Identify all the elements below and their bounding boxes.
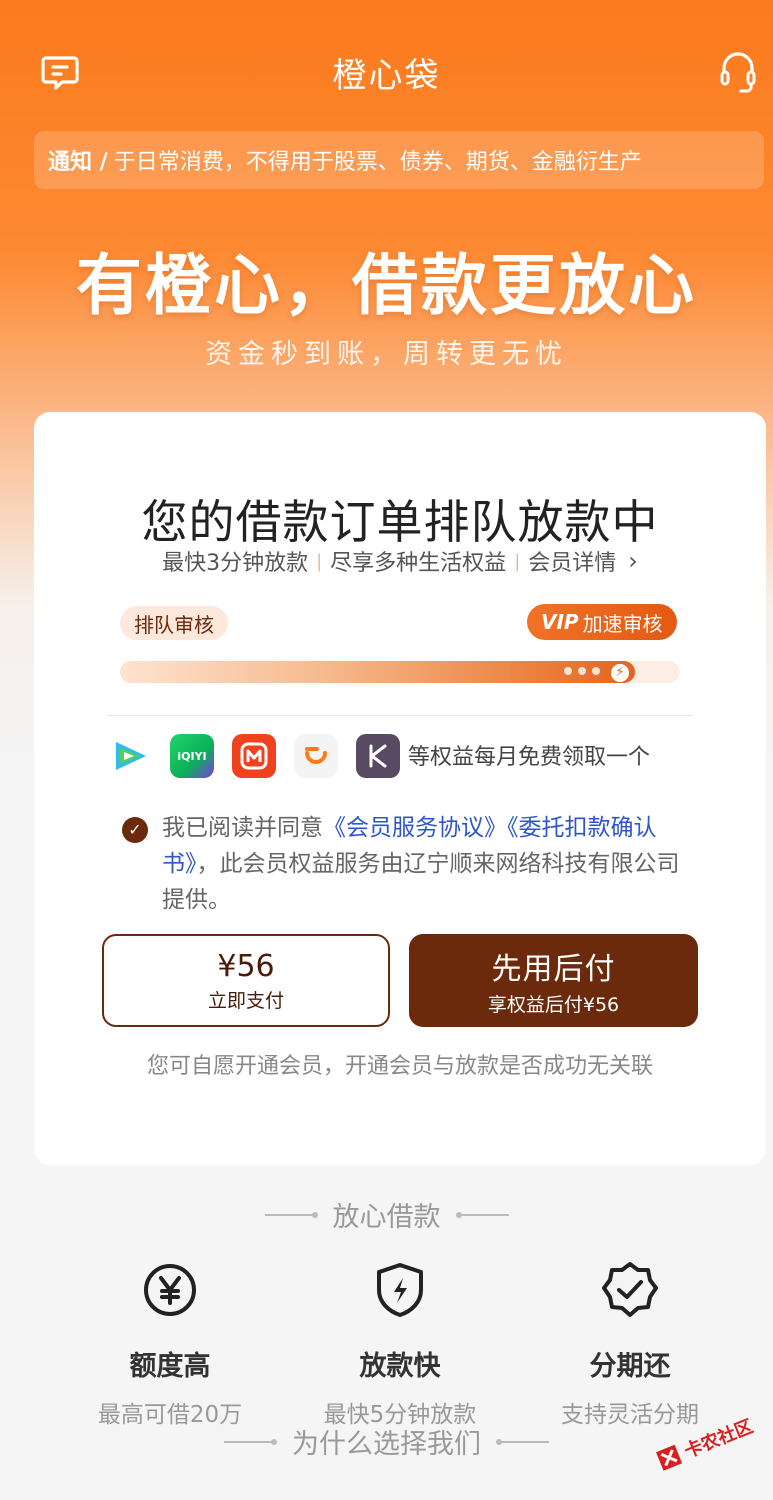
pay-later-sub: 享权益后付¥56 (487, 994, 620, 1016)
decor-line (455, 1211, 509, 1218)
pay-later-label: 先用后付 (491, 952, 616, 987)
chevron-right-icon[interactable]: › (628, 547, 638, 575)
yen-circle-icon (140, 1260, 200, 1320)
order-card: 您的借款订单排队放款中 最快3分钟放款 | 尽享多种生活权益 | 会员详情 › … (34, 412, 766, 1165)
decor-line (224, 1438, 277, 1445)
notice-text: 于日常消费，不得用于股票、债券、期货、金融衍生产 (113, 150, 642, 175)
iqiyi-text: iQIYI (177, 749, 207, 763)
watermark-logo-icon (656, 1444, 683, 1471)
feature-item: 额度高 最高可借20万 (50, 1260, 290, 1429)
agreement-suffix: ，此会员权益服务由辽宁顺来网络科技有限公司提供。 (162, 851, 680, 913)
iqiyi-icon: iQIYI (170, 734, 214, 778)
pay-label: 立即支付 (207, 989, 284, 1012)
progress-dots (564, 667, 600, 675)
bolt-icon: ⚡ (611, 664, 629, 682)
feature-name: 分期还 (589, 1351, 671, 1382)
section-title: 放心借款 (332, 1202, 441, 1233)
subtitle-item: 尽享多种生活权益 (330, 551, 507, 576)
feature-name: 额度高 (129, 1351, 211, 1382)
benefit-icons: iQIYI (108, 734, 400, 778)
tencent-video-icon (108, 734, 152, 778)
feature-item: 分期还 支持灵活分期 (510, 1260, 750, 1429)
feature-item: 放款快 最快5分钟放款 (280, 1260, 520, 1429)
decor-line (496, 1438, 549, 1445)
notice-label: 通知 / (48, 150, 108, 175)
mango-tv-icon (232, 734, 276, 778)
benefits-text: 等权益每月免费领取一个 (408, 745, 651, 770)
disclaimer-text: 您可自愿开通会员，开通会员与放款是否成功无关联 (146, 1054, 653, 1079)
separator: | (514, 550, 521, 572)
section-title: 为什么选择我们 (292, 1429, 481, 1460)
headset-icon[interactable] (716, 50, 760, 94)
card-subtitle: 最快3分钟放款 | 尽享多种生活权益 | 会员详情 › (34, 545, 766, 577)
agreement-prefix: 我已阅读并同意 (162, 815, 323, 841)
progress-fill (120, 661, 636, 683)
vip-accelerate-badge[interactable]: VIP 加速审核 (527, 604, 677, 640)
section-header: 放心借款 (0, 1195, 773, 1234)
queue-review-label: 排队审核 (120, 606, 228, 640)
vip-label: 加速审核 (582, 611, 663, 636)
watermark-text: 卡农社区 (681, 1416, 757, 1463)
page-title: 橙心袋 (332, 56, 441, 96)
keep-icon (356, 734, 400, 778)
feature-name: 放款快 (359, 1351, 441, 1382)
card-title: 您的借款订单排队放款中 (141, 495, 659, 549)
separator: | (316, 550, 323, 572)
agreement-text: 我已阅读并同意《会员服务协议》《委托扣款确认书》，此会员权益服务由辽宁顺来网络科… (122, 810, 682, 918)
shield-bolt-icon (370, 1260, 430, 1320)
hero-headline: 有橙心，借款更放心 (76, 247, 697, 324)
pay-now-button[interactable]: ¥56 立即支付 (102, 934, 390, 1027)
pay-later-button[interactable]: 先用后付 享权益后付¥56 (409, 934, 698, 1027)
badge-check-icon (600, 1260, 660, 1320)
hero-subline: 资金秒到账，周转更无忧 (205, 339, 568, 370)
divider (106, 715, 694, 716)
decor-line (264, 1211, 318, 1218)
vip-text: VIP (541, 610, 579, 634)
member-service-agreement-link[interactable]: 《会员服务协议》 (323, 815, 507, 841)
member-details-link[interactable]: 会员详情 (528, 545, 616, 577)
didi-icon (294, 734, 338, 778)
notice-bar[interactable]: 通知 / 于日常消费，不得用于股票、债券、期货、金融衍生产 (34, 131, 764, 189)
top-bar: 橙心袋 (0, 0, 773, 140)
subtitle-item: 最快3分钟放款 (162, 551, 309, 576)
pay-price: ¥56 (217, 948, 275, 984)
